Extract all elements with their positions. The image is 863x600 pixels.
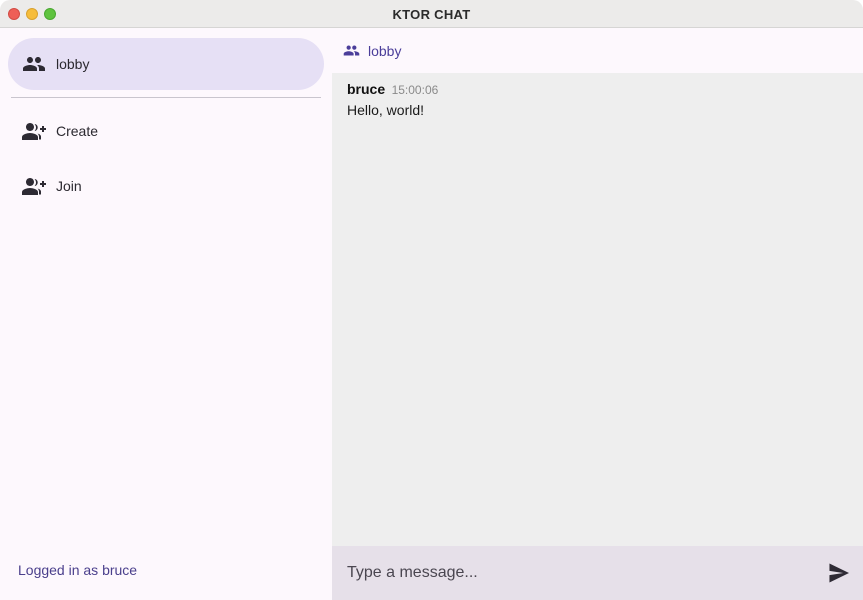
- logged-in-status[interactable]: Logged in as bruce: [18, 562, 137, 578]
- channel-header: lobby: [332, 28, 863, 73]
- chat-pane: lobby bruce 15:00:06 Hello, world!: [332, 28, 863, 600]
- send-icon: [829, 563, 849, 583]
- message-text: Hello, world!: [347, 102, 425, 118]
- sidebar-item-label: lobby: [56, 56, 90, 72]
- window-title: KTOR CHAT: [392, 7, 471, 22]
- message-author: bruce: [347, 81, 386, 97]
- title-bar: KTOR CHAT: [0, 0, 863, 28]
- sidebar-item-join[interactable]: Join: [8, 160, 324, 212]
- app-window: KTOR CHAT lobby Create Join Logged in as…: [0, 0, 863, 600]
- group-add-icon: [22, 174, 46, 198]
- message-timestamp: 15:00:06: [391, 83, 439, 97]
- sidebar-item-label: Join: [56, 178, 82, 194]
- sidebar-divider: [11, 97, 321, 98]
- send-button[interactable]: [828, 563, 850, 583]
- message-list[interactable]: bruce 15:00:06 Hello, world!: [332, 73, 863, 546]
- message-input[interactable]: [347, 560, 817, 586]
- group-icon: [343, 42, 360, 59]
- sidebar-item-create[interactable]: Create: [8, 105, 324, 157]
- message-composer: [332, 546, 863, 600]
- message-item: bruce 15:00:06 Hello, world!: [347, 81, 438, 118]
- channel-name: lobby: [368, 42, 402, 59]
- sidebar-item-label: Create: [56, 123, 99, 139]
- group-icon: [22, 52, 46, 76]
- sidebar-item-lobby[interactable]: lobby: [8, 38, 324, 90]
- sidebar: lobby Create Join Logged in as bruce: [0, 28, 332, 600]
- group-add-icon: [22, 119, 46, 143]
